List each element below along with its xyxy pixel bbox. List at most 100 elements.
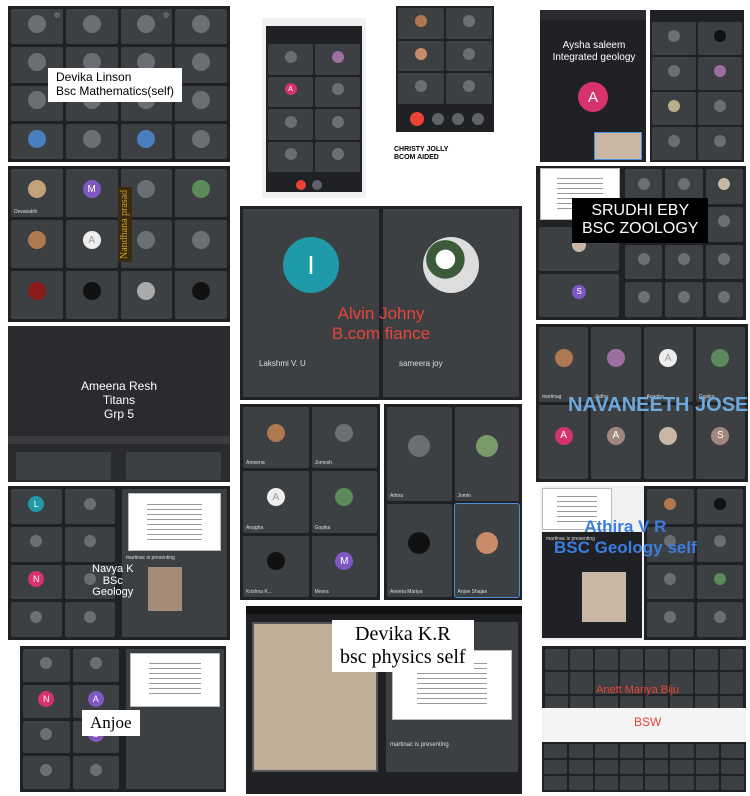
caption-name: Athira V R (584, 517, 667, 536)
video-cell (698, 92, 742, 125)
video-cell: A Anagha (243, 471, 309, 533)
video-cell (175, 220, 227, 268)
video-cell (698, 57, 742, 90)
video-cell (72, 756, 119, 789)
collage-tile-christy (396, 6, 494, 132)
video-cell (670, 760, 694, 774)
video-cell (695, 672, 718, 694)
video-cell (720, 776, 744, 790)
video-cell (670, 776, 694, 790)
video-cell (11, 9, 63, 45)
video-cell (647, 564, 694, 600)
video-cell (705, 206, 743, 242)
end-call-button[interactable] (296, 180, 306, 190)
avatar: N (28, 571, 45, 588)
video-cell (652, 57, 696, 90)
avatar-aysha: A (578, 82, 608, 112)
phone-screen: A (266, 26, 362, 192)
video-cell: Jadhu (591, 327, 641, 402)
self-video (148, 567, 182, 611)
video-cell (120, 271, 173, 319)
caption-ameena: Ameena Resh Titans Grp 5 (8, 379, 230, 421)
mic-icon (53, 12, 60, 18)
caption-name: CHRISTY JOLLY (394, 146, 449, 153)
end-call-button[interactable] (410, 112, 424, 126)
video-cell (696, 564, 743, 600)
video-cell (696, 489, 743, 524)
video-cell (175, 9, 227, 45)
video-cell (175, 85, 227, 121)
caption-name: Devika Linson (56, 70, 132, 84)
video-cell (720, 760, 744, 774)
collage-tile-aysha: Aysha saleem Integrated geology A (540, 10, 646, 162)
caption-course: BSC Geology self (554, 538, 697, 558)
mic-button[interactable] (312, 180, 322, 190)
caption-name: Ameena Resh (80, 379, 158, 393)
shared-document (128, 493, 221, 551)
video-cell (696, 526, 743, 562)
video-cell (594, 744, 618, 758)
avatar: A (659, 349, 678, 368)
video-cell (315, 141, 360, 172)
video-cell: S (539, 273, 619, 317)
caption-name: Alvin Johny (337, 304, 425, 323)
video-cell (705, 244, 743, 280)
caption-name: Devika K.R (355, 623, 451, 645)
video-cell (65, 271, 118, 319)
video-cell (268, 109, 313, 140)
video-cell (446, 8, 492, 39)
video-cell (698, 127, 742, 160)
video-cell (544, 776, 568, 790)
video-cell (645, 776, 669, 790)
caption-christy: CHRISTY JOLLY BCOM AIDED (394, 146, 448, 163)
collage-tile-nandhana: Devasakhi M A Nandhana prasad (8, 166, 230, 322)
collage-tile-phone-meet: A (262, 18, 366, 198)
video-cell: Aneeta Mariya (387, 503, 452, 597)
presenting-banner: martinac is presenting (126, 555, 175, 561)
bsw-panel: BSW (542, 708, 746, 792)
video-cell (619, 776, 643, 790)
video-cell: N (11, 564, 62, 600)
video-cell: Ameena (243, 407, 309, 469)
caption-course: Geology (92, 586, 134, 599)
video-cell (569, 744, 593, 758)
avatar: N (38, 690, 55, 707)
video-cell-lakshmi: I Lakshmi V. U (243, 209, 379, 397)
camera-button[interactable] (452, 113, 464, 125)
video-cell (698, 22, 742, 55)
collage-tile-srudhi: S SRUDHI EBY BSC ZOOLOGY (536, 166, 746, 320)
video-cell (569, 776, 593, 790)
collage-tile-devika-kr: martinac is presenting Devika K.R bsc ph… (246, 606, 522, 794)
caption-navaneeth: NAVANEETH JOSE (568, 394, 748, 416)
caption-srudhi: SRUDHI EBY BSC ZOOLOGY (572, 198, 709, 243)
video-cell (652, 22, 696, 55)
more-button[interactable] (472, 113, 484, 125)
video-cell (705, 169, 743, 204)
video-cell (315, 76, 360, 107)
video-cell (647, 602, 694, 637)
presentation-panel: martinac is presenting (122, 489, 227, 637)
collage-tile-phone-grid (650, 10, 744, 162)
video-cell (65, 123, 118, 159)
video-cell (65, 9, 118, 45)
video-cell (670, 744, 694, 758)
video-cell (645, 649, 668, 671)
avatar: A (87, 690, 104, 707)
video-cell (570, 672, 593, 694)
self-video (594, 132, 642, 160)
caption-name: Aysha saleem (562, 40, 626, 51)
video-cell (23, 756, 70, 789)
phone-status-bar (246, 606, 522, 614)
video-cell (64, 526, 115, 562)
collage-tile-participants-grid: Ameena Jomesh A Anagha Gopika Krishna K..… (240, 404, 380, 600)
video-cell (695, 760, 719, 774)
caption-navya: Navya K BSc Geology (92, 563, 134, 599)
mic-button[interactable] (432, 113, 444, 125)
participant-name: sameera joy (399, 359, 443, 368)
video-cell (268, 44, 313, 75)
shared-document (130, 653, 220, 707)
video-cell: N (23, 684, 70, 718)
phone-status-bar (540, 10, 646, 20)
video-cell (398, 8, 444, 39)
video-cell (120, 9, 173, 45)
